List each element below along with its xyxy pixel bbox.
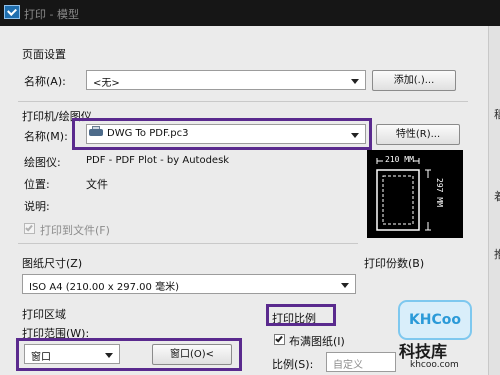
printer-selection-highlight: [72, 118, 372, 150]
window-title: 打印 - 模型: [24, 8, 79, 21]
paper-size-heading: 图纸尺寸(Z): [22, 257, 83, 270]
preview-height-label: 297 MM: [435, 178, 444, 207]
autocad-app-icon: [4, 5, 20, 19]
watermark-badge-text: KHCoo: [408, 312, 462, 328]
fit-to-paper-checkbox[interactable]: [274, 334, 285, 345]
watermark-url: khcoo.com: [410, 360, 459, 370]
printer-name-label: 名称(M):: [24, 130, 68, 143]
section-divider: [18, 243, 358, 244]
scale-dropdown[interactable]: 自定义: [326, 352, 396, 372]
watermark-cn-text: 科技库: [399, 342, 448, 361]
preview-width-label: 210 MM: [385, 155, 414, 164]
right-panel-fragment: 稻: [494, 108, 500, 121]
add-page-setup-button[interactable]: 添加(.)...: [372, 70, 456, 91]
fit-to-paper-label: 布满图纸(I): [289, 335, 345, 348]
copies-heading: 打印份数(B): [364, 257, 425, 270]
location-label: 位置:: [24, 178, 50, 191]
plot-area-heading: 打印区域: [22, 308, 66, 321]
khcoo-watermark-logo: KHCoo: [398, 300, 472, 340]
printer-properties-button[interactable]: 特性(R)...: [376, 124, 460, 145]
paper-size-dropdown[interactable]: ISO A4 (210.00 x 297.00 毫米): [22, 274, 356, 294]
chevron-down-icon: [351, 79, 359, 84]
plotter-label: 绘图仪:: [24, 156, 61, 169]
paper-preview: 210 MM 297 MM: [367, 150, 463, 238]
plot-range-highlight: [16, 338, 242, 371]
description-label: 说明:: [24, 200, 50, 213]
page-setup-name-value: <无>: [93, 78, 120, 89]
plotter-value: PDF - PDF Plot - by Autodesk: [86, 155, 230, 166]
print-to-file-label: 打印到文件(F): [40, 224, 110, 237]
title-bar: 打印 - 模型: [0, 0, 500, 26]
scale-label: 比例(S):: [272, 358, 314, 371]
page-setup-heading: 页面设置: [22, 48, 66, 61]
chevron-down-icon: [341, 283, 349, 288]
section-divider: [18, 101, 468, 102]
plot-scale-highlight: [266, 304, 336, 326]
right-panel-fragment: 推: [494, 248, 500, 261]
right-panel-fragment: 着: [494, 190, 500, 203]
location-value: 文件: [86, 178, 108, 191]
paper-size-value: ISO A4 (210.00 x 297.00 毫米): [29, 282, 179, 293]
scale-value: 自定义: [333, 360, 363, 371]
page-setup-name-dropdown[interactable]: <无>: [86, 70, 366, 90]
print-to-file-checkbox[interactable]: [24, 223, 35, 234]
page-setup-name-label: 名称(A):: [24, 75, 66, 88]
